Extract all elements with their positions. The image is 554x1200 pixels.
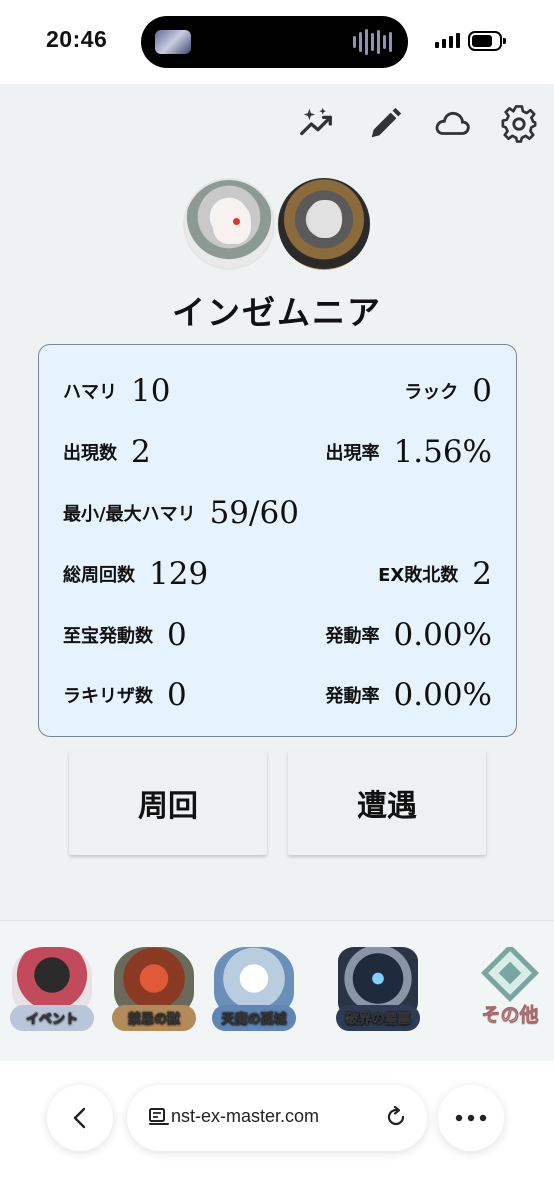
avatar-face — [308, 200, 342, 238]
cloud-sync-button[interactable] — [432, 104, 472, 144]
ex-defeat-value: 2 — [472, 556, 492, 592]
hamari-label: ハマリ — [63, 382, 117, 403]
total-runs-label: 総周回数 — [63, 565, 135, 586]
gear-icon — [501, 105, 537, 143]
chevron-left-icon — [73, 1107, 86, 1129]
status-bar: 20:46 — [0, 0, 554, 84]
character-avatar-evolved[interactable] — [278, 178, 370, 270]
top-toolbar — [0, 104, 554, 144]
hamari-value: 10 — [131, 373, 171, 409]
stats-row: ハマリ 10 ラック 0 — [39, 369, 516, 413]
treasure-count-value: 0 — [167, 617, 187, 653]
status-time: 20:46 — [46, 26, 108, 52]
nav-label: 禁忌の獄 — [127, 1012, 181, 1028]
settings-button[interactable] — [499, 104, 539, 144]
browser-more-button[interactable] — [438, 1085, 504, 1151]
stats-panel: ハマリ 10 ラック 0 出現数 2 出現率 1.56% 最小/最大ハマリ 59/60 総… — [38, 344, 517, 737]
run-button[interactable]: 周回 — [69, 750, 267, 855]
appear-count-label: 出現数 — [63, 443, 117, 464]
appear-count-value: 2 — [131, 434, 151, 470]
stats-row: ラキリザ数 0 発動率 0.00% — [39, 673, 516, 717]
avatar-eye — [233, 218, 240, 225]
nav-item-forbidden-prison[interactable]: 禁忌の獄 — [110, 941, 198, 1033]
cellular-signal-icon — [435, 33, 460, 48]
nav-label: イベント — [25, 1012, 79, 1028]
bottom-nav: イベント 禁忌の獄 天魔の孤城 破界の星墓 その他 — [0, 921, 554, 1061]
reload-icon[interactable] — [383, 1104, 409, 1130]
ex-defeat-label: EX敗北数 — [378, 565, 459, 586]
character-avatar-normal[interactable] — [183, 178, 275, 270]
stats-row: 至宝発動数 0 発動率 0.00% — [39, 613, 516, 657]
nav-label: その他 — [481, 1004, 539, 1027]
url-text: nst-ex-master.com — [171, 1106, 320, 1126]
browser-back-button[interactable] — [47, 1085, 113, 1151]
rakiriza-count-label: ラキリザ数 — [63, 686, 153, 707]
battery-icon — [468, 31, 506, 51]
sparkle-chart-icon — [300, 107, 332, 136]
audio-waveform-icon — [353, 29, 392, 55]
avatar-face — [213, 202, 251, 244]
nav-label: 天魔の孤城 — [221, 1012, 287, 1028]
character-name: インゼムニア — [172, 293, 382, 332]
luck-label: ラック — [404, 382, 459, 403]
nav-item-event[interactable]: イベント — [8, 941, 96, 1033]
luck-value: 0 — [472, 373, 492, 409]
stats-row: 総周回数 129 EX敗北数 2 — [39, 552, 516, 596]
minmax-hamari-value: 59/60 — [209, 495, 299, 531]
cloud-icon — [435, 111, 470, 135]
nav-item-others[interactable]: その他 — [466, 941, 554, 1033]
stats-row: 最小/最大ハマリ 59/60 — [39, 491, 516, 535]
analytics-button[interactable] — [297, 104, 337, 144]
address-bar[interactable]: nst-ex-master.com — [127, 1085, 427, 1151]
nav-label: 破界の星墓 — [345, 1012, 411, 1028]
total-runs-value: 129 — [149, 556, 209, 592]
edit-button[interactable] — [365, 104, 405, 144]
appear-rate-label: 出現率 — [325, 443, 380, 464]
dynamic-island[interactable] — [141, 16, 408, 68]
encounter-button[interactable]: 遭遇 — [288, 750, 486, 855]
now-playing-artwork — [155, 30, 191, 54]
rakiriza-rate-label: 発動率 — [325, 686, 380, 707]
more-dots-icon — [455, 1114, 487, 1122]
stats-row: 出現数 2 出現率 1.56% — [39, 430, 516, 474]
pencil-icon — [371, 107, 402, 138]
nav-item-tenma-castle[interactable]: 天魔の孤城 — [210, 941, 298, 1033]
treasure-count-label: 至宝発動数 — [63, 626, 153, 647]
tabs-icon — [149, 1108, 169, 1125]
treasure-rate-label: 発動率 — [325, 626, 380, 647]
character-avatars — [0, 178, 554, 270]
rakiriza-rate-value: 0.00% — [393, 677, 492, 713]
nav-item-hakai-stargrave[interactable]: 破界の星墓 — [334, 941, 422, 1033]
treasure-rate-value: 0.00% — [393, 617, 492, 653]
browser-bottom-bar: nst-ex-master.com — [0, 1061, 554, 1200]
rakiriza-count-value: 0 — [167, 677, 187, 713]
appear-rate-value: 1.56% — [393, 434, 492, 470]
minmax-hamari-label: 最小/最大ハマリ — [63, 504, 196, 525]
